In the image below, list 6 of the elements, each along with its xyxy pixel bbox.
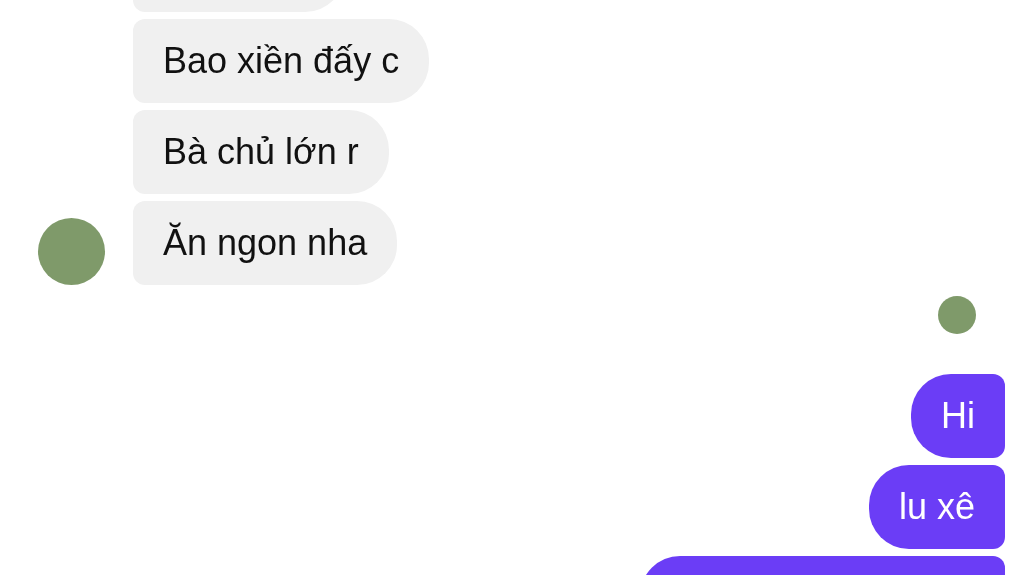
read-receipt-avatar <box>938 296 976 334</box>
message-bubble: lu xê <box>868 465 1005 549</box>
message-bubble: Bao xiền đấy c <box>133 19 430 103</box>
message-bubble: Hi <box>911 374 1005 458</box>
message-bubble: Bà chủ lớn r <box>133 110 389 194</box>
message-bubble: Ăn ngon nha <box>133 201 398 285</box>
